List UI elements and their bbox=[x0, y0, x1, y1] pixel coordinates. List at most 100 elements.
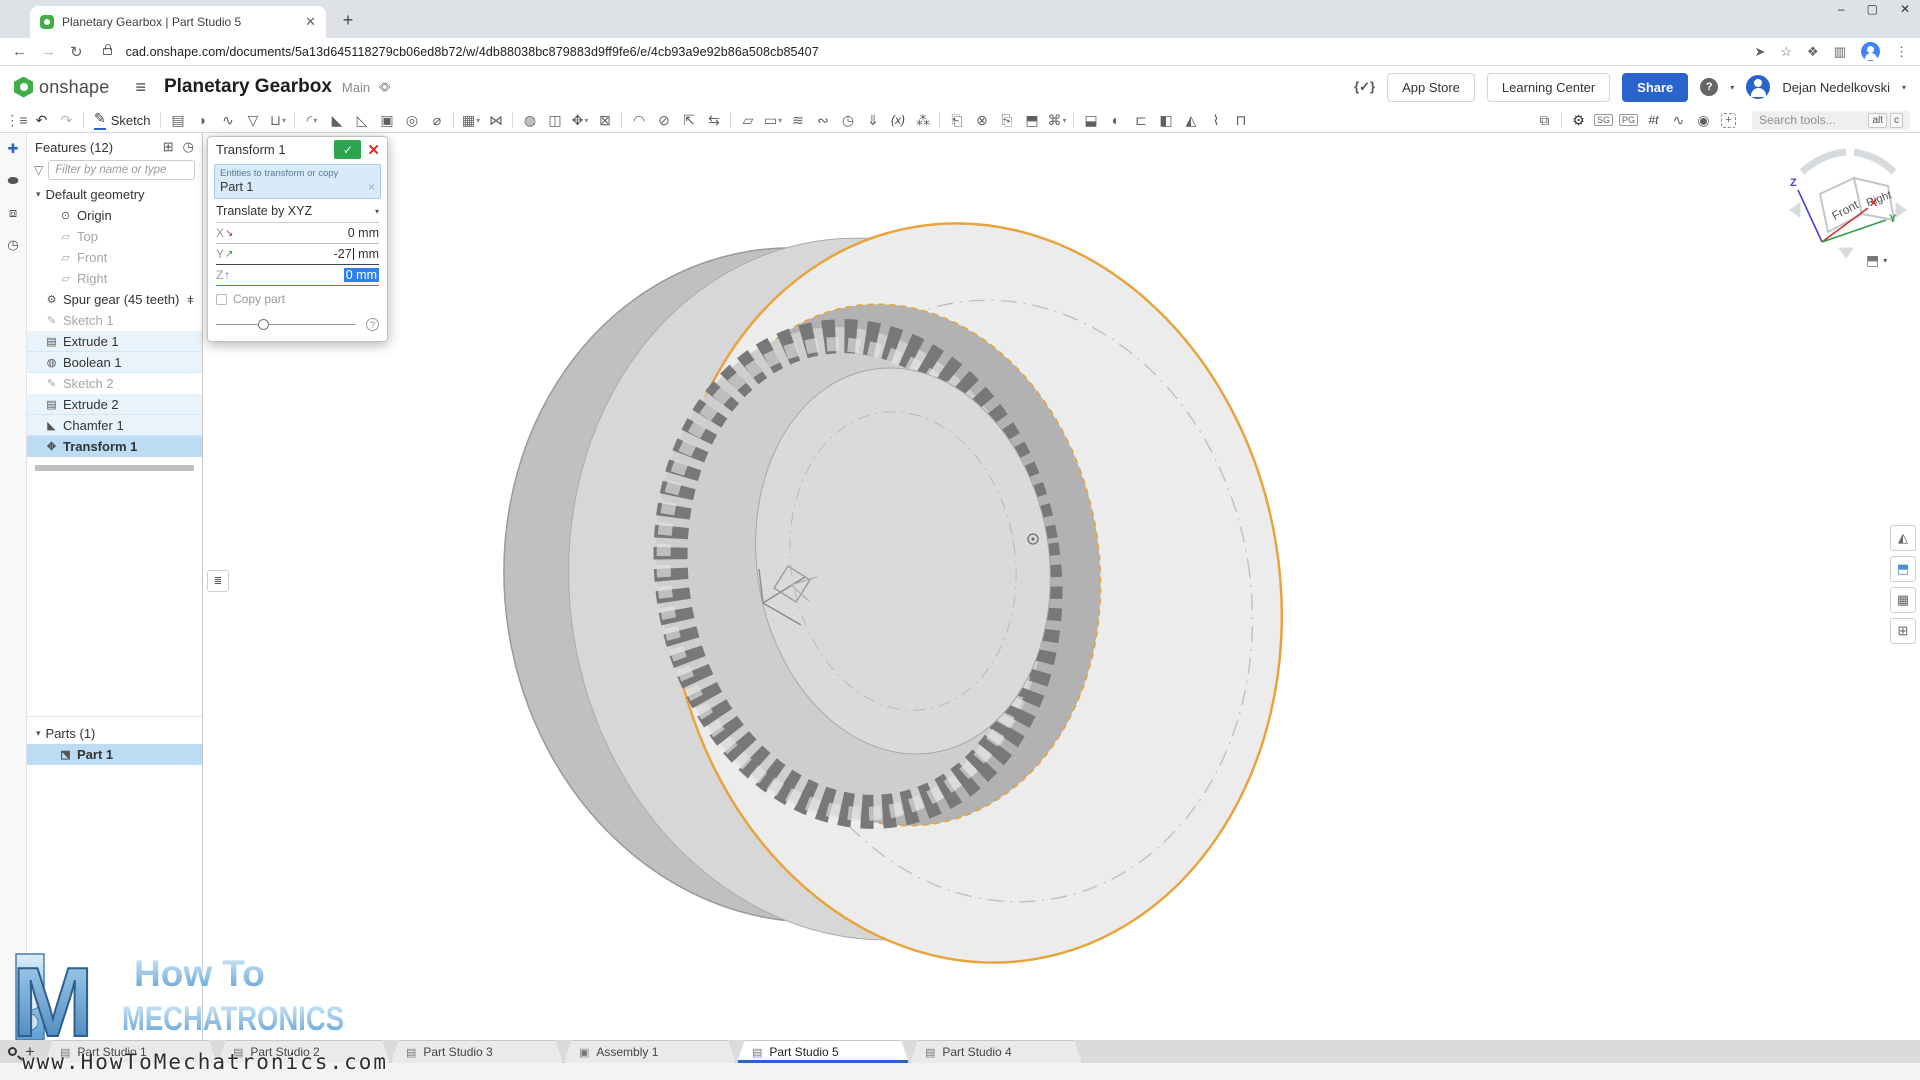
feature-extrude-1[interactable]: ▤ Extrude 1 bbox=[27, 331, 202, 352]
spline-icon[interactable]: ⌇ ▾ bbox=[1203, 110, 1228, 131]
fillet-icon[interactable]: ◜ ▾ bbox=[299, 110, 324, 131]
toolbar-icon[interactable]: ▾ bbox=[939, 112, 940, 128]
helix-icon[interactable]: ≋ ▾ bbox=[785, 110, 810, 131]
chamfer-icon[interactable]: ◣ ▾ bbox=[324, 110, 349, 131]
feature-pin-icon[interactable]: ǂ bbox=[187, 293, 202, 307]
transform-x-field[interactable]: X ↘ 0 mm bbox=[216, 223, 379, 244]
document-title[interactable]: Planetary Gearbox bbox=[164, 76, 332, 98]
window-minimize-button[interactable]: – bbox=[1838, 2, 1845, 16]
window-close-button[interactable]: ✕ bbox=[1900, 2, 1910, 16]
view-cube-faces[interactable]: Front Right bbox=[1820, 178, 1894, 232]
reload-icon[interactable]: ↻ bbox=[70, 43, 83, 61]
cancel-button[interactable]: ✕ bbox=[367, 141, 380, 159]
feature-sketch-2[interactable]: ✎ Sketch 2 bbox=[27, 373, 202, 394]
toolbar-icon[interactable]: ▾ bbox=[453, 112, 454, 128]
delete-part-icon[interactable]: ⊠ ▾ bbox=[592, 110, 617, 131]
help-icon[interactable]: ? bbox=[1700, 78, 1718, 96]
default-geometry-group[interactable]: ▾ Default geometry bbox=[27, 184, 202, 205]
named-views-icon[interactable]: ⬒ bbox=[1890, 556, 1916, 582]
help-caret-icon[interactable]: ▾ bbox=[1730, 83, 1734, 92]
feature-transform-1[interactable]: ✥ Transform 1 bbox=[27, 436, 202, 457]
search-tools-input[interactable]: Search tools... alt c bbox=[1752, 111, 1910, 130]
fs-document-icon[interactable]: ⎘ ▾ bbox=[994, 110, 1019, 131]
window-maximize-button[interactable]: ▢ bbox=[1867, 2, 1878, 16]
toolbar-icon[interactable]: ▾ bbox=[83, 112, 84, 128]
create-folder-icon[interactable]: ⊞ bbox=[163, 139, 174, 155]
turn-icon[interactable]: ⌀ ▾ bbox=[424, 110, 449, 131]
3d-viewport[interactable] bbox=[203, 133, 1920, 1040]
fold-icon[interactable]: ◭ ▾ bbox=[1178, 110, 1203, 131]
sheet-metal-icon[interactable]: ⬓ ▾ bbox=[1078, 110, 1103, 131]
document-menu-icon[interactable]: ≡ bbox=[135, 77, 146, 98]
insert-frame-icon[interactable]: + bbox=[1716, 110, 1741, 131]
workspace-name[interactable]: Main bbox=[342, 80, 370, 95]
chevron-down-icon[interactable]: ▾ bbox=[36, 728, 41, 739]
link-icon[interactable]: ⧉ bbox=[376, 78, 394, 96]
settings-gear-icon[interactable]: ⚙ bbox=[1566, 110, 1591, 131]
featurescript-icon[interactable]: ∿ bbox=[1666, 110, 1691, 131]
toolbar-icon[interactable]: ▾ bbox=[160, 112, 161, 128]
custom-tool-icon[interactable]: ◉ bbox=[1691, 110, 1716, 131]
remove-entity-icon[interactable]: × bbox=[368, 180, 375, 194]
transform-y-field[interactable]: Y ↗ -27 mm bbox=[216, 244, 379, 265]
opacity-slider[interactable] bbox=[216, 324, 356, 325]
copy-part-checkbox[interactable] bbox=[216, 294, 227, 305]
move-face-icon[interactable]: ⇱ ▾ bbox=[676, 110, 701, 131]
share-button[interactable]: Share bbox=[1622, 73, 1688, 102]
tab-part-studio-5[interactable]: ▤ Part Studio 5 bbox=[737, 1040, 909, 1063]
shell-icon[interactable]: ▣ ▾ bbox=[374, 110, 399, 131]
frame-icon[interactable]: ⊓ ▾ bbox=[1228, 110, 1253, 131]
draft-icon[interactable]: ◺ ▾ bbox=[349, 110, 374, 131]
sg-badge[interactable]: SG bbox=[1591, 110, 1616, 131]
plane-icon[interactable]: ▱ ▾ bbox=[735, 110, 760, 131]
gear-3d-model[interactable] bbox=[456, 179, 1334, 1007]
toolbar-icon[interactable]: ▾ bbox=[1073, 112, 1074, 128]
tab-close-icon[interactable]: ✕ bbox=[305, 14, 316, 30]
projected-curve-icon[interactable]: ∾ ▾ bbox=[810, 110, 835, 131]
feature-top-plane[interactable]: ▱ Top bbox=[27, 226, 202, 247]
transform-icon[interactable]: ✥ ▾ bbox=[567, 110, 592, 131]
chevron-down-icon[interactable]: ▾ bbox=[36, 189, 41, 200]
appearance-icon[interactable]: ◭ bbox=[1890, 525, 1916, 551]
part-1-item[interactable]: ⬔ Part 1 bbox=[27, 744, 202, 765]
feature-right-plane[interactable]: ▱ Right bbox=[27, 268, 202, 289]
user-avatar[interactable] bbox=[1746, 75, 1770, 99]
entities-selection-box[interactable]: Entities to transform or copy Part 1 × bbox=[214, 164, 381, 199]
send-to-device-icon[interactable]: ➤ bbox=[1754, 44, 1765, 60]
browser-menu-icon[interactable]: ⋮ bbox=[1895, 44, 1908, 60]
filter-funnel-icon[interactable]: ▽ bbox=[34, 163, 43, 177]
browser-tab[interactable]: Planetary Gearbox | Part Studio 5 ✕ bbox=[30, 6, 326, 38]
toolbar-icon[interactable]: ▾ bbox=[294, 112, 295, 128]
tab-part-studio-3[interactable]: ▤ Part Studio 3 bbox=[391, 1040, 563, 1063]
custom-feature-icon[interactable]: ⌘ ▾ bbox=[1044, 110, 1069, 131]
feature-origin[interactable]: ⊙ Origin bbox=[27, 205, 202, 226]
feature-chamfer-1[interactable]: ◣ Chamfer 1 bbox=[27, 415, 202, 436]
transform-type-select[interactable]: Translate by XYZ ▾ bbox=[216, 204, 379, 223]
toolbar-icon[interactable]: ▾ bbox=[621, 112, 622, 128]
mirror-icon[interactable]: ⋈ ▾ bbox=[483, 110, 508, 131]
undo-icon[interactable]: ↶ ▾ bbox=[29, 110, 54, 131]
reading-list-icon[interactable]: ▥ bbox=[1834, 44, 1846, 60]
fs-delete-icon[interactable]: ⊗ ▾ bbox=[969, 110, 994, 131]
accept-button[interactable]: ✓ bbox=[334, 140, 361, 159]
select-tool-icon[interactable]: ⧉ bbox=[1532, 110, 1557, 131]
view-cube[interactable]: Front Right Z X Y bbox=[1782, 142, 1912, 264]
sketch-button[interactable]: ✎ Sketch ▾ bbox=[88, 110, 156, 131]
new-tab-button[interactable]: + bbox=[336, 8, 360, 32]
surface-icon[interactable]: ▭ ▾ bbox=[760, 110, 785, 131]
revolve-icon[interactable]: ◗ ▾ bbox=[190, 110, 215, 131]
extensions-icon[interactable]: ❖ bbox=[1807, 44, 1819, 60]
view-options-button[interactable]: ⬒ ▾ bbox=[1866, 252, 1887, 269]
tag-icon[interactable]: #t bbox=[1641, 110, 1666, 131]
feature-history-icon[interactable]: ◷ bbox=[183, 139, 194, 155]
onshape-logo-icon[interactable] bbox=[14, 77, 33, 98]
split-icon[interactable]: ◫ ▾ bbox=[542, 110, 567, 131]
pg-badge[interactable]: PG bbox=[1616, 110, 1641, 131]
back-icon[interactable]: ← bbox=[12, 43, 27, 60]
hole-icon[interactable]: ◎ ▾ bbox=[399, 110, 424, 131]
variable-icon[interactable]: (x) ▾ bbox=[885, 110, 910, 131]
search-tabs-icon[interactable] bbox=[8, 1047, 17, 1056]
insert-new-icon[interactable]: ✚ bbox=[8, 141, 19, 157]
help-cube-icon[interactable]: ⧈ bbox=[9, 205, 17, 221]
pattern-3d-icon[interactable]: ⁂ ▾ bbox=[910, 110, 935, 131]
